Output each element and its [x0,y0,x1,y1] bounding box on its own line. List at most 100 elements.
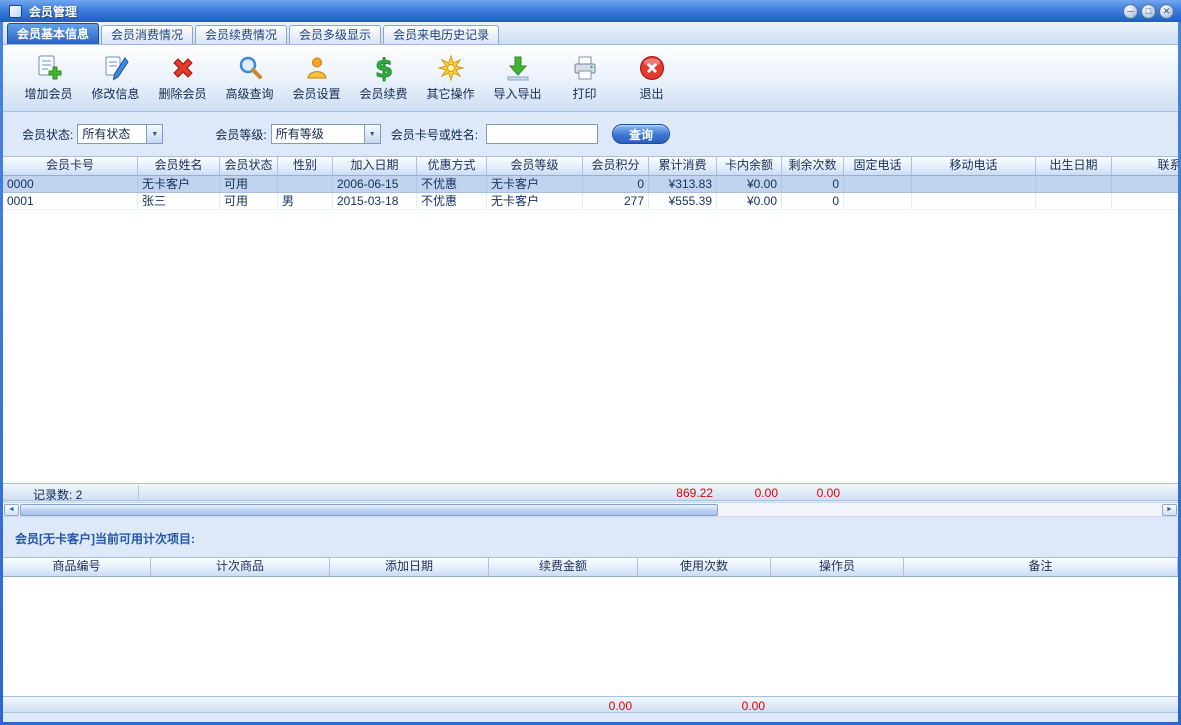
column-header[interactable]: 续费金额 [489,558,638,576]
table-cell [1036,193,1112,210]
column-header[interactable]: 使用次数 [638,558,771,576]
maximize-button[interactable]: □ [1141,4,1156,19]
member-renew-icon: $ [370,54,398,82]
table-cell: ¥0.00 [717,193,782,210]
toolbar-button-label: 增加会员 [24,85,72,102]
app-window: 会员管理 ─ □ ✕ 会员基本信息会员消费情况会员续费情况会员多级显示会员来电历… [0,0,1181,725]
minimize-button[interactable]: ─ [1123,4,1138,19]
table-cell: 0 [782,176,844,193]
edit-info-icon [102,54,130,82]
column-header[interactable]: 剩余次数 [782,157,844,175]
column-header[interactable]: 性别 [278,157,333,175]
window-controls: ─ □ ✕ [1123,4,1174,19]
toolbar-button-label: 其它操作 [426,85,474,102]
level-select[interactable]: 所有等级 ▼ [271,124,381,144]
column-header[interactable]: 商品编号 [3,558,151,576]
table-cell: 可用 [220,176,278,193]
advanced-query-icon [236,54,264,82]
print-icon [571,54,599,82]
tab-bar: 会员基本信息会员消费情况会员续费情况会员多级显示会员来电历史记录 [3,22,1178,45]
column-header[interactable]: 会员等级 [487,157,583,175]
status-select[interactable]: 所有状态 ▼ [77,124,163,144]
query-button[interactable]: 查询 [612,124,670,144]
column-header[interactable]: 会员姓名 [138,157,220,175]
chevron-down-icon[interactable]: ▼ [364,125,380,143]
tab-5[interactable]: 会员来电历史记录 [383,25,499,44]
table-cell [844,176,912,193]
status-select-value: 所有状态 [78,125,146,143]
table-row[interactable]: 0000无卡客户可用2006-06-15不优惠无卡客户0¥313.83¥0.00… [3,176,1178,193]
column-header[interactable]: 会员状态 [220,157,278,175]
toolbar-button-label: 导入导出 [493,85,541,102]
other-actions-button[interactable]: 其它操作 [417,49,484,107]
column-header[interactable]: 联系地址 [1112,157,1178,175]
toolbar-button-label: 打印 [572,85,596,102]
column-header[interactable]: 移动电话 [912,157,1036,175]
summary-divider [138,485,139,499]
chevron-down-icon[interactable]: ▼ [146,125,162,143]
use-times-sum: 0.00 [742,699,765,713]
member-summary-bar: 记录数: 2 869.22 0.00 0.00 [3,483,1178,501]
tab-1[interactable]: 会员基本信息 [7,23,99,44]
close-button[interactable]: ✕ [1159,4,1174,19]
add-member-button[interactable]: 增加会员 [15,49,82,107]
column-header[interactable]: 计次商品 [151,558,330,576]
delete-member-button[interactable]: 删除会员 [149,49,216,107]
tab-3[interactable]: 会员续费情况 [195,25,287,44]
svg-text:$: $ [374,54,392,82]
import-export-button[interactable]: 导入导出 [484,49,551,107]
titlebar: 会员管理 ─ □ ✕ [0,0,1181,22]
table-cell: ¥0.00 [717,176,782,193]
column-header[interactable]: 出生日期 [1036,157,1112,175]
table-cell [1112,176,1178,193]
table-cell [912,176,1036,193]
horizontal-scrollbar[interactable]: ◄ ► [3,502,1178,517]
column-header[interactable]: 累计消费 [649,157,717,175]
table-cell: 0 [782,193,844,210]
member-renew-button[interactable]: $会员续费 [350,49,417,107]
table-cell [278,176,333,193]
total-consumption-sum: 869.22 [676,486,713,500]
column-header[interactable]: 优惠方式 [417,157,487,175]
import-export-icon [504,54,532,82]
toolbar-button-label: 高级查询 [225,85,273,102]
column-header[interactable]: 备注 [904,558,1178,576]
other-actions-icon [437,54,465,82]
table-row[interactable]: 0001张三可用男2015-03-18不优惠无卡客户277¥555.39¥0.0… [3,193,1178,210]
table-cell [844,193,912,210]
remaining-times-sum: 0.00 [817,486,840,500]
tab-2[interactable]: 会员消费情况 [101,25,193,44]
scroll-right-arrow-icon[interactable]: ► [1162,504,1177,516]
search-input[interactable] [486,124,598,144]
member-settings-button[interactable]: 会员设置 [283,49,350,107]
member-settings-icon [303,54,331,82]
advanced-query-button[interactable]: 高级查询 [216,49,283,107]
scrollbar-thumb[interactable] [20,504,718,516]
table-cell [1112,193,1178,210]
edit-info-button[interactable]: 修改信息 [82,49,149,107]
column-header[interactable]: 添加日期 [330,558,489,576]
exit-button[interactable]: 退出 [618,49,685,107]
table-cell: 无卡客户 [138,176,220,193]
items-summary-bar: 0.00 0.00 [3,696,1178,713]
table-cell [912,193,1036,210]
status-filter-label: 会员状态: [22,126,73,143]
column-header[interactable]: 加入日期 [333,157,417,175]
search-label: 会员卡号或姓名: [391,126,478,143]
exit-icon [638,54,666,82]
column-header[interactable]: 卡内余额 [717,157,782,175]
table-header: 会员卡号会员姓名会员状态性别加入日期优惠方式会员等级会员积分累计消费卡内余额剩余… [3,157,1178,176]
print-button[interactable]: 打印 [551,49,618,107]
table-cell [1036,176,1112,193]
toolbar-button-label: 修改信息 [91,85,139,102]
tab-4[interactable]: 会员多级显示 [289,25,381,44]
column-header[interactable]: 固定电话 [844,157,912,175]
column-header[interactable]: 会员卡号 [3,157,138,175]
window-title: 会员管理 [29,3,77,20]
renew-amount-sum: 0.00 [609,699,632,713]
column-header[interactable]: 会员积分 [583,157,649,175]
items-table: 商品编号计次商品添加日期续费金额使用次数操作员备注 [3,557,1178,696]
app-icon[interactable] [9,5,22,18]
scroll-left-arrow-icon[interactable]: ◄ [4,504,19,516]
column-header[interactable]: 操作员 [771,558,904,576]
